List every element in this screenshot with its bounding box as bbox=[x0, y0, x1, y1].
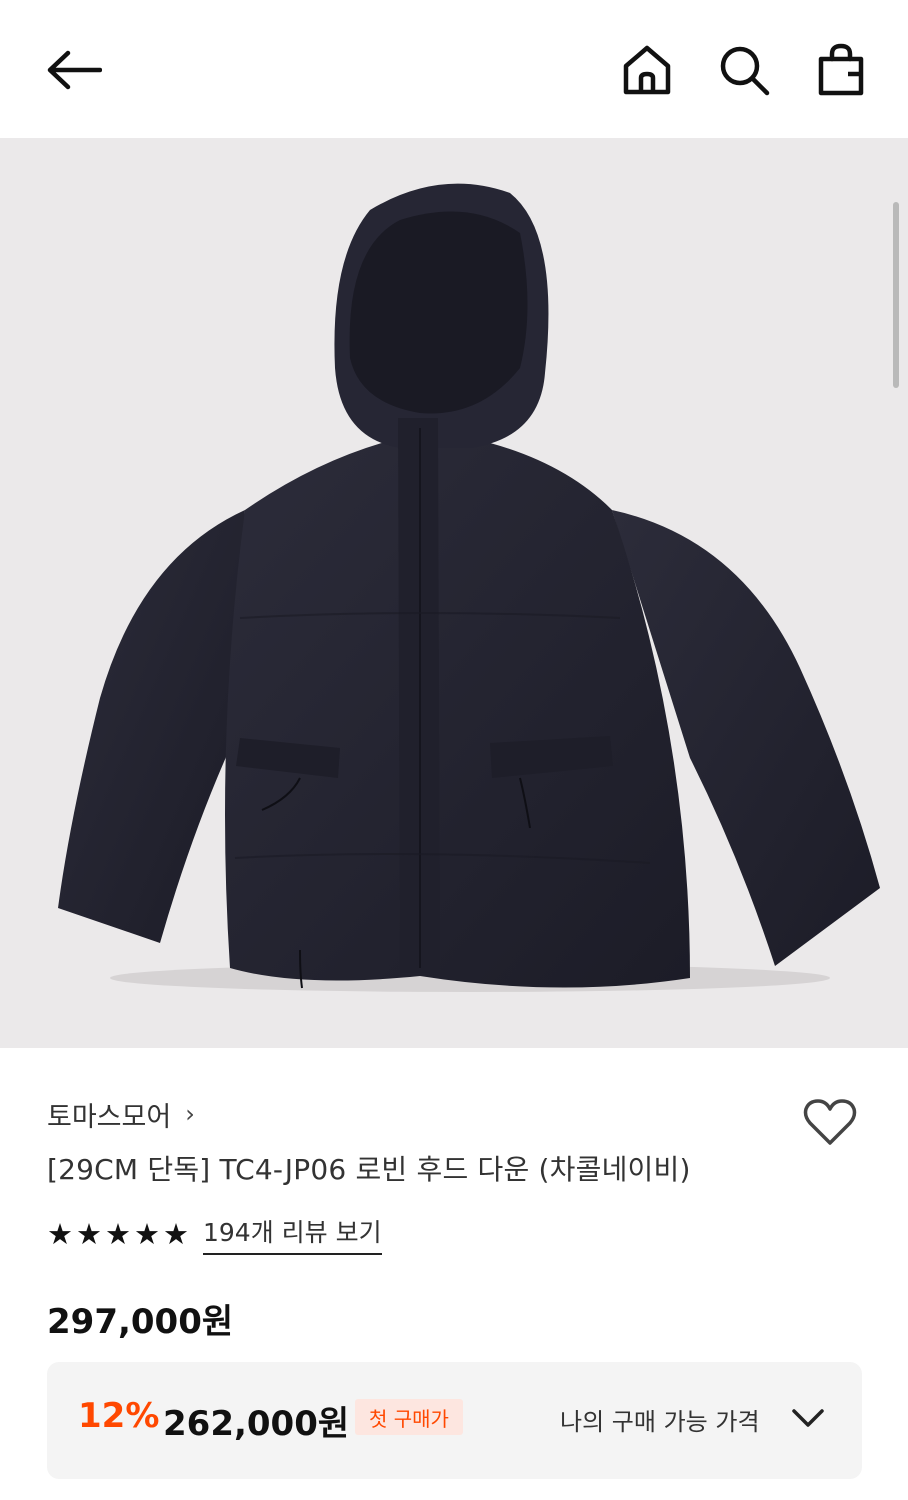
brand-name: 토마스모어 bbox=[47, 1101, 172, 1133]
shopping-bag-button[interactable] bbox=[810, 38, 872, 102]
chevron-down-icon bbox=[792, 1409, 824, 1427]
home-button[interactable] bbox=[616, 38, 678, 102]
star-icon: ★ bbox=[163, 1216, 189, 1251]
like-button[interactable] bbox=[800, 1094, 860, 1150]
product-title: [29CM 단독] TC4-JP06 로빈 후드 다운 (차콜네이비) bbox=[47, 1153, 691, 1186]
star-icon: ★ bbox=[134, 1216, 160, 1251]
product-image[interactable] bbox=[0, 138, 908, 1048]
back-button[interactable] bbox=[40, 40, 106, 100]
rating-stars: ★ ★ ★ ★ ★ bbox=[47, 1216, 189, 1251]
rating-row: ★ ★ ★ ★ ★ 194개 리뷰 보기 bbox=[47, 1212, 382, 1256]
price-dropdown[interactable]: 12% 262,000원 첫 구매가 나의 구매 가능 가격 bbox=[47, 1362, 862, 1479]
star-icon: ★ bbox=[105, 1216, 131, 1251]
chevron-right-icon: › bbox=[185, 1100, 195, 1128]
first-purchase-badge: 첫 구매가 bbox=[355, 1399, 463, 1435]
star-icon: ★ bbox=[47, 1216, 73, 1251]
star-icon: ★ bbox=[76, 1216, 102, 1251]
original-price: 297,000원 bbox=[47, 1302, 234, 1342]
arrow-left-icon bbox=[47, 50, 102, 90]
search-button[interactable] bbox=[712, 38, 776, 102]
top-navigation-bar bbox=[0, 0, 908, 138]
home-icon bbox=[623, 45, 671, 95]
heart-outline-icon bbox=[803, 1099, 857, 1145]
my-price-label: 나의 구매 가능 가격 bbox=[560, 1408, 760, 1436]
shopping-bag-icon bbox=[818, 43, 864, 96]
scrollbar[interactable] bbox=[893, 202, 899, 388]
jacket-image bbox=[58, 183, 880, 992]
search-icon bbox=[720, 46, 770, 96]
review-link[interactable]: 194개 리뷰 보기 bbox=[203, 1213, 382, 1255]
sale-price: 262,000원 bbox=[163, 1404, 350, 1444]
brand-link[interactable]: 토마스모어 › bbox=[47, 1094, 195, 1134]
discount-rate: 12% bbox=[78, 1396, 160, 1436]
